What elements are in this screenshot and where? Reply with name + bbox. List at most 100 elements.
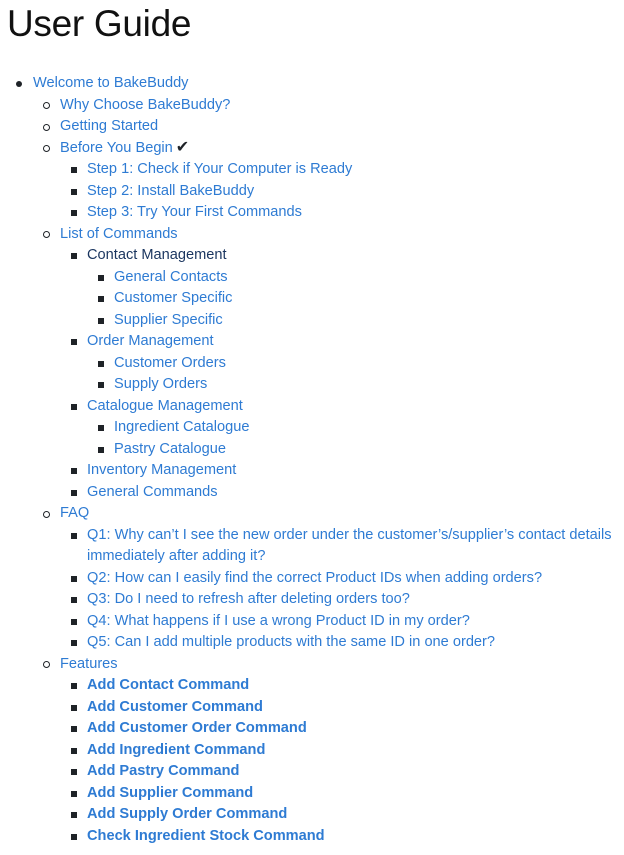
toc-item-features: Features Add Contact Command Add Custome… <box>7 654 624 848</box>
link-pastry-catalogue[interactable]: Pastry Catalogue <box>114 441 226 457</box>
toc-item-step3: Step 3: Try Your First Commands <box>7 202 624 224</box>
toc-item-add-ingredient: Add Ingredient Command <box>7 740 624 762</box>
toc-item-before-you-begin: Before You Begin ✔ Step 1: Check if Your … <box>7 138 624 224</box>
square-bullet-icon <box>71 403 77 410</box>
square-bullet-icon <box>98 274 104 281</box>
toc-item-q3: Q3: Do I need to refresh after deleting … <box>7 589 624 611</box>
circle-bullet-icon <box>43 231 50 238</box>
page-title: User Guide <box>7 3 192 44</box>
link-add-pastry-command[interactable]: Add Pastry Command <box>87 763 239 779</box>
square-bullet-icon <box>71 532 77 539</box>
toc-item-customer-specific: Customer Specific <box>7 288 624 310</box>
link-supply-orders[interactable]: Supply Orders <box>114 376 207 392</box>
table-of-contents: Welcome to BakeBuddy Why Choose BakeBudd… <box>7 73 624 847</box>
link-customer-orders[interactable]: Customer Orders <box>114 355 226 371</box>
square-bullet-icon <box>71 339 77 345</box>
toc-sublist-commands: Contact Management General Contacts Cust… <box>7 245 624 503</box>
toc-item-customer-orders: Customer Orders <box>7 353 624 375</box>
link-ingredient-catalogue[interactable]: Ingredient Catalogue <box>114 419 250 435</box>
link-q4[interactable]: Q4: What happens if I use a wrong Produc… <box>87 613 470 629</box>
toc-item-step1: Step 1: Check if Your Computer is Ready <box>7 159 624 181</box>
toc-item-q5: Q5: Can I add multiple products with the… <box>7 632 624 654</box>
link-step2[interactable]: Step 2: Install BakeBuddy <box>87 183 254 199</box>
link-step3[interactable]: Step 3: Try Your First Commands <box>87 204 302 220</box>
link-add-customer-order-command[interactable]: Add Customer Order Command <box>87 720 307 736</box>
link-check-ingredient-stock-command[interactable]: Check Ingredient Stock Command <box>87 828 325 844</box>
link-add-supply-order-command[interactable]: Add Supply Order Command <box>87 806 287 822</box>
link-q5[interactable]: Q5: Can I add multiple products with the… <box>87 634 495 650</box>
link-getting-started[interactable]: Getting Started <box>60 118 158 134</box>
circle-bullet-icon <box>43 123 50 131</box>
toc-item-add-customer-order: Add Customer Order Command <box>7 718 624 740</box>
toc-item-faq: FAQ Q1: Why can’t I see the new order un… <box>7 503 624 654</box>
circle-bullet-icon <box>43 510 50 518</box>
toc-sublist-order-management: Customer Orders Supply Orders <box>7 353 624 396</box>
square-bullet-icon <box>71 618 77 625</box>
circle-bullet-icon <box>43 102 50 109</box>
square-bullet-icon <box>98 446 104 453</box>
square-bullet-icon <box>71 769 77 775</box>
toc-item-q4: Q4: What happens if I use a wrong Produc… <box>7 611 624 633</box>
toc-item-welcome: Welcome to BakeBuddy Why Choose BakeBudd… <box>7 73 624 847</box>
link-add-supplier-command[interactable]: Add Supplier Command <box>87 785 253 801</box>
toc-item-add-supply-order: Add Supply Order Command <box>7 804 624 826</box>
toc-item-supplier-specific: Supplier Specific <box>7 310 624 332</box>
link-general-commands[interactable]: General Commands <box>87 484 218 500</box>
square-bullet-icon <box>71 575 77 582</box>
toc-sublist-before-you-begin: Step 1: Check if Your Computer is Ready … <box>7 159 624 224</box>
link-welcome[interactable]: Welcome to BakeBuddy <box>33 75 188 91</box>
toc-item-general-commands: General Commands <box>7 482 624 504</box>
link-customer-specific[interactable]: Customer Specific <box>114 290 232 306</box>
link-why-choose[interactable]: Why Choose BakeBuddy? <box>60 97 230 113</box>
link-faq[interactable]: FAQ <box>60 505 89 521</box>
check-mark-icon: ✔ <box>175 136 190 156</box>
square-bullet-icon <box>98 317 104 324</box>
square-bullet-icon <box>98 425 104 431</box>
link-features[interactable]: Features <box>60 656 118 672</box>
link-q2[interactable]: Q2: How can I easily find the correct Pr… <box>87 570 542 586</box>
toc-item-add-contact: Add Contact Command <box>7 675 624 697</box>
link-add-contact-command[interactable]: Add Contact Command <box>87 677 249 693</box>
square-bullet-icon <box>71 726 77 732</box>
square-bullet-icon <box>71 747 77 754</box>
toc-item-add-supplier: Add Supplier Command <box>7 783 624 805</box>
square-bullet-icon <box>71 210 77 216</box>
toc-item-q1: Q1: Why can’t I see the new order under … <box>7 525 624 568</box>
link-q3[interactable]: Q3: Do I need to refresh after deleting … <box>87 591 410 607</box>
disc-bullet-icon <box>16 81 22 87</box>
user-guide-page: User Guide Welcome to BakeBuddy Why Choo… <box>0 0 624 855</box>
link-inventory-management[interactable]: Inventory Management <box>87 462 236 478</box>
square-bullet-icon <box>71 489 77 496</box>
toc-item-pastry-catalogue: Pastry Catalogue <box>7 439 624 461</box>
link-catalogue-management[interactable]: Catalogue Management <box>87 398 243 414</box>
square-bullet-icon <box>71 167 77 173</box>
toc-sublist-catalogue-management: Ingredient Catalogue Pastry Catalogue <box>7 417 624 460</box>
square-bullet-icon <box>71 253 77 259</box>
toc-sublist-features: Add Contact Command Add Customer Command… <box>7 675 624 847</box>
square-bullet-icon <box>71 188 77 195</box>
toc-sublist-welcome: Why Choose BakeBuddy? Getting Started Be… <box>7 95 624 848</box>
toc-item-step2: Step 2: Install BakeBuddy <box>7 181 624 203</box>
link-order-management[interactable]: Order Management <box>87 333 214 349</box>
square-bullet-icon <box>71 468 77 474</box>
square-bullet-icon <box>98 360 104 367</box>
toc-sublist-contact-management: General Contacts Customer Specific Suppl… <box>7 267 624 332</box>
link-supplier-specific[interactable]: Supplier Specific <box>114 312 223 328</box>
toc-item-order-management: Order Management Customer Orders Supply … <box>7 331 624 396</box>
toc-sublist-faq: Q1: Why can’t I see the new order under … <box>7 525 624 654</box>
link-add-ingredient-command[interactable]: Add Ingredient Command <box>87 742 265 758</box>
toc-item-check-ingredient-stock: Check Ingredient Stock Command <box>7 826 624 848</box>
link-q1[interactable]: Q1: Why can’t I see the new order under … <box>87 525 624 568</box>
link-contact-management[interactable]: Contact Management <box>87 247 227 263</box>
link-step1[interactable]: Step 1: Check if Your Computer is Ready <box>87 161 352 177</box>
link-add-customer-command[interactable]: Add Customer Command <box>87 699 263 715</box>
link-list-of-commands[interactable]: List of Commands <box>60 226 178 242</box>
square-bullet-icon <box>71 683 77 689</box>
toc-item-q2: Q2: How can I easily find the correct Pr… <box>7 568 624 590</box>
toc-item-add-pastry: Add Pastry Command <box>7 761 624 783</box>
toc-item-list-of-commands: List of Commands Contact Management Gene… <box>7 224 624 504</box>
toc-item-supply-orders: Supply Orders <box>7 374 624 396</box>
link-general-contacts[interactable]: General Contacts <box>114 269 228 285</box>
link-before-you-begin[interactable]: Before You Begin <box>60 140 173 156</box>
circle-bullet-icon <box>43 145 50 152</box>
